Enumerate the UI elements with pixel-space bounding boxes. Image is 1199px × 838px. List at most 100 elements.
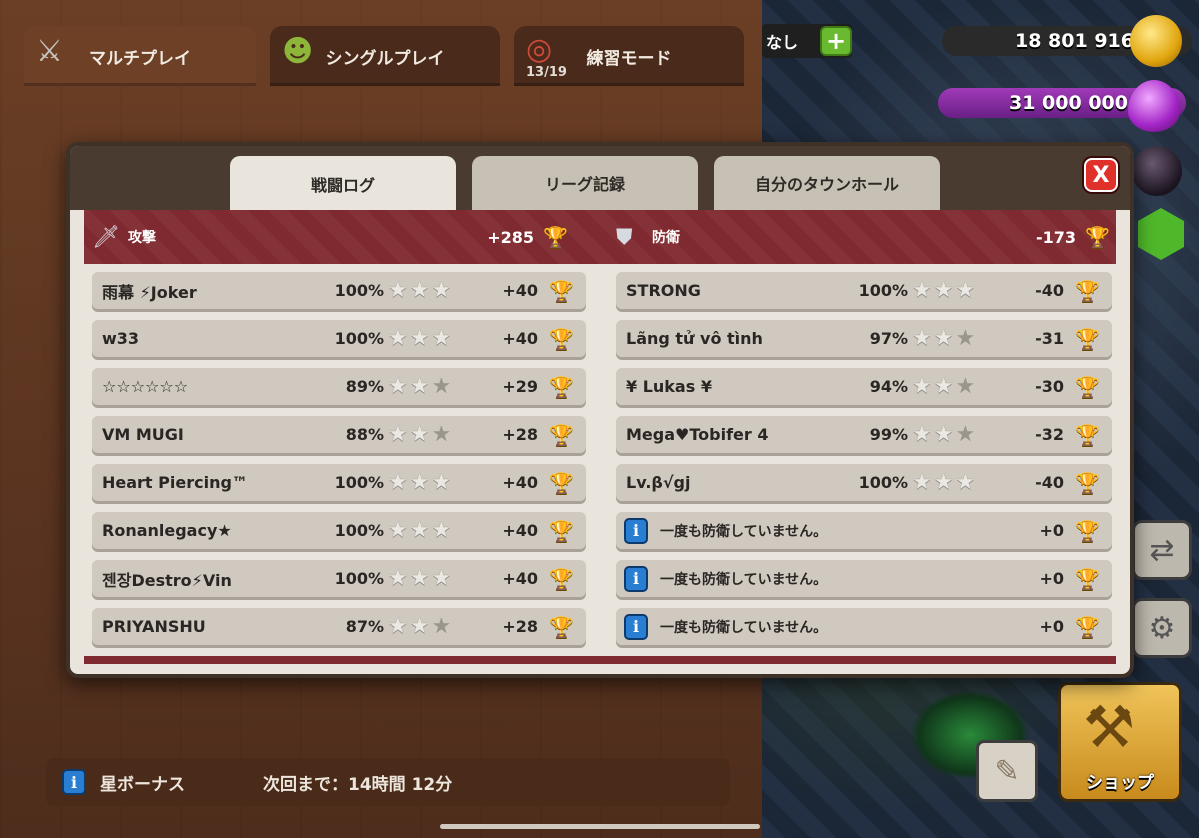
battle-row[interactable]: Lv.β√gj 100% ★ ★ ★ -40 🏆 <box>616 464 1112 501</box>
hand-arrows-icon: ⇄ <box>1149 532 1175 568</box>
info-icon[interactable]: i <box>624 517 648 544</box>
player-name: 雨幕 ⚡Joker <box>102 282 197 302</box>
shop-button[interactable]: ⚒ ショップ <box>1058 682 1182 802</box>
battle-row[interactable]: STRONG 100% ★ ★ ★ -40 🏆 <box>616 272 1112 309</box>
player-name: Mega♥Tobifer 4 <box>626 425 769 444</box>
shield-status-text: なし <box>766 33 799 52</box>
trophy-change: +0 <box>1039 569 1064 588</box>
tab-label: 練習モード <box>586 48 672 69</box>
destruction-percent: 99% <box>869 425 908 444</box>
modal-tabs: 戦闘ログ リーグ記録 自分のタウンホール <box>230 156 940 212</box>
star-bonus-timer: 次回まで：14時間 12分 <box>263 774 453 795</box>
trophy-change: -40 <box>1035 473 1064 492</box>
tab-battle-log[interactable]: 戦闘ログ <box>230 156 456 212</box>
info-icon[interactable]: i <box>624 565 648 592</box>
tab-label: マルチプレイ <box>89 48 191 69</box>
star-icon: ★ <box>388 277 408 303</box>
player-name: Ronanlegacy★ <box>102 521 232 540</box>
star-icon: ★ <box>933 421 954 447</box>
settings-button[interactable]: ⚙ <box>1132 598 1192 658</box>
battle-row[interactable]: Lãng tử vô tình 97% ★ ★ ★ -31 🏆 <box>616 320 1112 357</box>
tab-multiplayer[interactable]: ⚔ マルチプレイ <box>24 26 256 86</box>
star-icon: ★ <box>388 613 408 639</box>
destruction-percent: 100% <box>334 329 384 348</box>
destruction-percent: 100% <box>334 521 384 540</box>
tab-league-record[interactable]: リーグ記録 <box>472 156 698 210</box>
star-icon: ★ <box>388 469 408 495</box>
no-defense-row: i 一度も防衛していません。 +0 🏆 <box>616 512 1112 549</box>
star-icon: ★ <box>912 373 932 399</box>
star-icon: ★ <box>912 325 932 351</box>
no-defense-row: i 一度も防衛していません。 +0 🏆 <box>616 608 1112 645</box>
battle-row[interactable]: Ronanlegacy★ 100% ★ ★ ★ +40 🏆 <box>92 512 586 549</box>
battle-row[interactable]: Mega♥Tobifer 4 99% ★ ★ ★ -32 🏆 <box>616 416 1112 453</box>
star-icon: ★ <box>409 613 430 639</box>
gold-amount: 18 801 916 <box>1015 30 1134 52</box>
trophy-change: +40 <box>502 473 538 492</box>
battle-row[interactable]: ¥ Lukas ¥94% ★ ★ ★ -30 🏆 <box>616 368 1112 405</box>
trophy-change: +40 <box>502 521 538 540</box>
star-icon: ★ <box>431 469 452 495</box>
star-icon: ★ <box>955 277 976 303</box>
destruction-percent: 100% <box>858 473 908 492</box>
crossed-swords-icon: ⚔ <box>36 34 63 69</box>
info-icon[interactable]: i <box>624 613 648 640</box>
practice-progress: 13/19 <box>526 65 567 80</box>
defense-list: STRONG 100% ★ ★ ★ -40 🏆 Lãng tử vô tình 97% ★ ★ ★ -3… <box>616 272 1112 645</box>
destruction-percent: 89% <box>345 377 384 396</box>
star-rating: ★ ★ ★ <box>912 325 975 351</box>
tab-my-town-hall[interactable]: 自分のタウンホール <box>714 156 940 210</box>
star-rating: ★ ★ ★ <box>388 277 451 303</box>
star-icon: ★ <box>388 373 408 399</box>
tab-singleplayer[interactable]: ☻ シングルプレイ <box>270 26 500 86</box>
trophy-icon: 🏆 <box>1075 422 1100 447</box>
attack-list: 雨幕 ⚡Joker 100% ★ ★ ★ +40 🏆 w33 100% ★ ★ ★ +40 🏆 ☆☆☆☆☆☆… <box>92 272 586 645</box>
star-rating: ★ ★ ★ <box>912 421 975 447</box>
close-button[interactable]: X <box>1084 158 1118 192</box>
player-name: Lãng tử vô tình <box>626 329 763 348</box>
star-icon: ★ <box>388 421 408 447</box>
star-icon: ★ <box>431 613 452 639</box>
star-icon: ★ <box>933 373 954 399</box>
star-icon: ★ <box>955 469 976 495</box>
trophy-icon: 🏆 <box>549 614 574 639</box>
trophy-icon: 🏆 <box>549 566 574 591</box>
player-name: ☆☆☆☆☆☆ <box>102 377 189 396</box>
add-shield-button[interactable]: + <box>820 26 852 56</box>
star-icon: ★ <box>431 421 452 447</box>
trophy-change: +29 <box>502 377 538 396</box>
notes-button[interactable]: ✎ <box>976 740 1038 802</box>
trophy-icon: 🏆 <box>1075 278 1100 303</box>
battle-row[interactable]: ☆☆☆☆☆☆ 89% ★ ★ ★ +29 🏆 <box>92 368 586 405</box>
defense-total: -173 <box>1035 227 1076 247</box>
tab-practice[interactable]: ◎ 13/19 練習モード <box>514 26 744 86</box>
star-icon: ★ <box>912 277 932 303</box>
star-rating: ★ ★ ★ <box>912 469 976 495</box>
star-icon: ★ <box>955 373 976 399</box>
star-bonus-label: 星ボーナス <box>100 774 185 795</box>
elixir-amount: 31 000 000 <box>1009 92 1128 114</box>
star-icon: ★ <box>388 325 408 351</box>
trophy-icon: 🏆 <box>1075 326 1100 351</box>
trophy-change: +0 <box>1039 521 1064 540</box>
battle-row[interactable]: Heart Piercing™ 100% ★ ★ ★ +40 🏆 <box>92 464 586 501</box>
battle-row[interactable]: 젠장Destro⚡Vin 100% ★ ★ ★ +40 🏆 <box>92 560 586 597</box>
battle-row[interactable]: 雨幕 ⚡Joker 100% ★ ★ ★ +40 🏆 <box>92 272 586 309</box>
battle-row[interactable]: VM MUGI 88% ★ ★ ★ +28 🏆 <box>92 416 586 453</box>
star-icon: ★ <box>933 277 954 303</box>
star-icon: ★ <box>409 373 430 399</box>
star-icon: ★ <box>388 565 408 591</box>
bottom-strip <box>84 656 1116 664</box>
trophy-icon: 🏆 <box>549 422 574 447</box>
player-name: PRIYANSHU <box>102 617 206 636</box>
defense-summary: ⛊ 防衛 -173 🏆 <box>616 210 1116 264</box>
battle-row[interactable]: PRIYANSHU 87% ★ ★ ★ +28 🏆 <box>92 608 586 645</box>
info-icon[interactable]: i <box>62 769 86 795</box>
switch-village-button[interactable]: ⇄ <box>1132 520 1192 580</box>
dark-elixir-icon <box>1132 146 1182 196</box>
trophy-icon: 🏆 <box>549 374 574 399</box>
trophy-icon: 🏆 <box>549 518 574 543</box>
battle-row[interactable]: w33 100% ★ ★ ★ +40 🏆 <box>92 320 586 357</box>
star-icon: ★ <box>431 517 452 543</box>
star-icon: ★ <box>431 373 452 399</box>
